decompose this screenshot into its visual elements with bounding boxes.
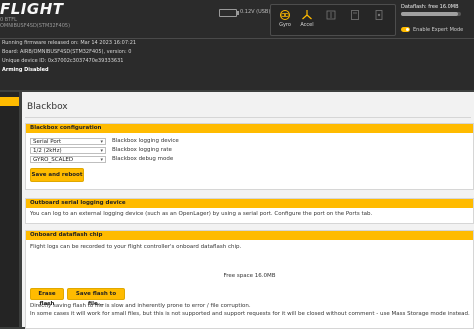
sensor-status-panel: Gyro Accel <box>270 4 396 36</box>
dataflash-description: Flight logs can be recorded to your flig… <box>30 244 242 250</box>
log-panel: Running firmware released on: Mar 14 202… <box>0 39 474 90</box>
board-name: OMNIBUSF4SD(STM32F405) <box>0 23 71 29</box>
debug-mode-label: Blackbox debug mode <box>112 156 174 162</box>
app-logo: FLIGHT <box>0 0 64 18</box>
gps-icon <box>375 10 383 20</box>
sidebar-item-blackbox[interactable] <box>0 97 19 106</box>
warning-note: In some cases it will work for small fil… <box>30 311 470 317</box>
sensor-gyro: Gyro <box>275 9 295 33</box>
sidebar <box>0 92 19 327</box>
mag-icon <box>326 10 336 20</box>
serial-logging-panel: Outboard serial logging device You can l… <box>25 198 474 224</box>
logging-rate-select[interactable]: 1/2 (2kHz) ▾ <box>30 147 106 154</box>
sensor-accel: Accel <box>297 9 317 33</box>
save-flash-button[interactable]: Save flash to file... <box>67 288 125 307</box>
expert-mode-toggle[interactable]: Enable Expert Mode <box>401 27 463 33</box>
blackbox-config-panel: Blackbox configuration Serial Port ▾ Blac… <box>25 123 474 190</box>
dataflash-label: Dataflash: free 16.0MB <box>401 4 459 10</box>
log-line: Running firmware released on: Mar 14 202… <box>2 40 137 46</box>
log-line: Arming Disabled <box>2 67 49 73</box>
sensor-mag <box>321 9 341 33</box>
free-space-label: Free space 16.0MB <box>223 273 276 279</box>
logging-device-label: Blackbox logging device <box>112 138 179 144</box>
divider <box>25 117 471 118</box>
erase-flash-button[interactable]: Erase flash <box>30 288 64 307</box>
chevron-down-icon: ▾ <box>100 139 103 145</box>
toggle-switch-icon[interactable] <box>401 27 410 32</box>
dataflash-bar <box>401 12 461 16</box>
gyro-icon <box>280 10 290 20</box>
sensor-gps <box>369 9 389 33</box>
top-bar: FLIGHT 0 BTFL OMNIBUSF4SD(STM32F405) 0.1… <box>0 0 474 39</box>
logging-rate-label: Blackbox logging rate <box>112 147 172 153</box>
expert-mode-label: Enable Expert Mode <box>413 27 464 33</box>
debug-mode-select[interactable]: GYRO_SCALED ▾ <box>30 156 106 163</box>
log-line: Board: AIRB/OMNIBUSF4SD(STM32F405), vers… <box>2 49 132 55</box>
sensor-baro <box>345 9 365 33</box>
chevron-down-icon: ▾ <box>100 148 103 154</box>
firmware-info: 0 BTFL OMNIBUSF4SD(STM32F405) <box>0 17 70 29</box>
dataflash-status: Dataflash: free 16.0MB <box>401 4 463 24</box>
main-content: Blackbox Blackbox configuration Serial P… <box>22 92 474 329</box>
battery-icon <box>219 9 239 17</box>
panel-title: Blackbox configuration <box>26 124 473 133</box>
sensor-gyro-label: Gyro <box>279 22 291 28</box>
accel-icon <box>302 10 312 20</box>
save-and-reboot-button[interactable]: Save and reboot <box>30 168 84 182</box>
panel-title: Outboard serial logging device <box>26 199 473 208</box>
baro-icon <box>351 10 359 20</box>
sensor-accel-label: Accel <box>300 22 314 28</box>
panel-title: Onboard dataflash chip <box>26 231 473 240</box>
log-line: Unique device ID: 0x37002c3037470e393336… <box>2 58 124 64</box>
warning-note: Directly saving flash to file is slow an… <box>30 303 251 309</box>
battery-voltage: 0.12V (USB) <box>240 9 271 15</box>
dataflash-panel: Onboard dataflash chip Flight logs can b… <box>25 230 474 329</box>
page-title: Blackbox <box>27 102 68 112</box>
logging-device-select[interactable]: Serial Port ▾ <box>30 138 106 145</box>
serial-logging-description: You can log to an external logging devic… <box>30 211 373 217</box>
chevron-down-icon: ▾ <box>100 157 103 163</box>
